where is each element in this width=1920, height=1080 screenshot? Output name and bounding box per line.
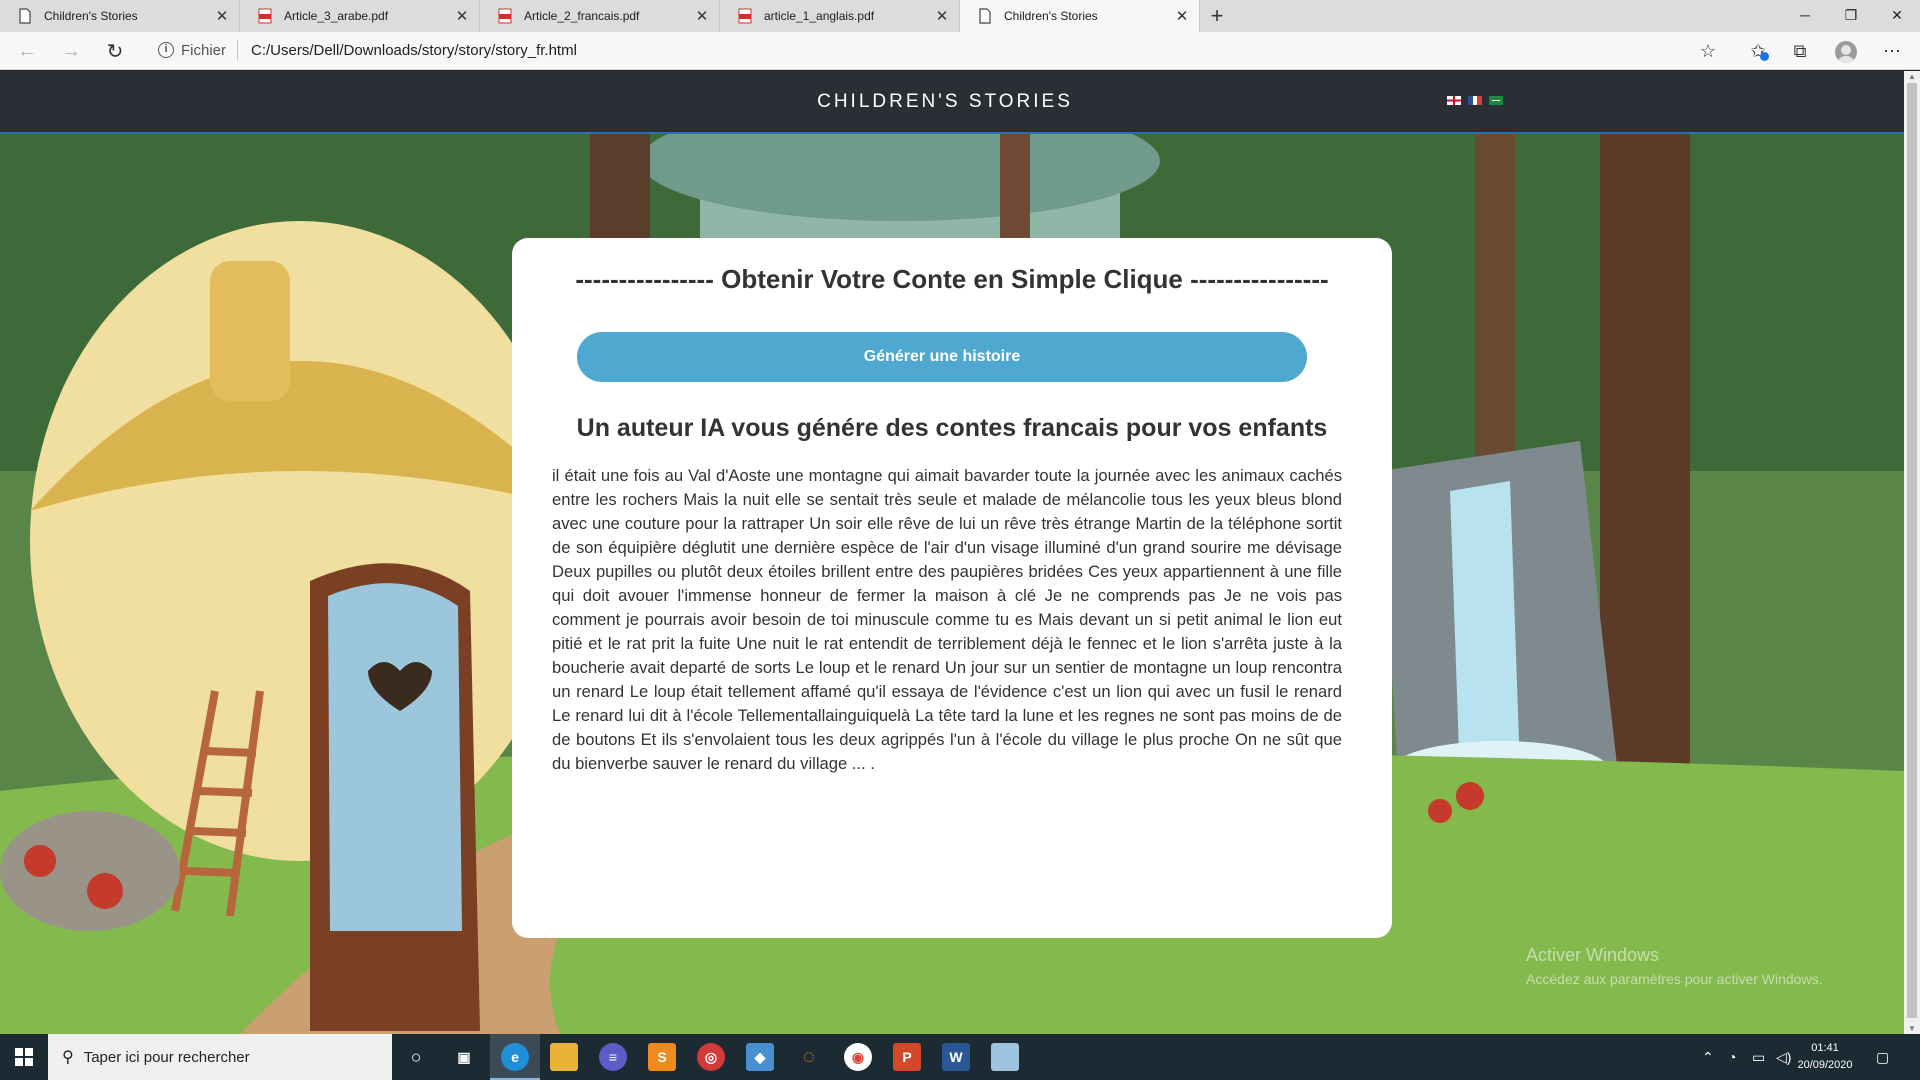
- site-title: CHILDREN'S STORIES: [817, 91, 1073, 112]
- minimize-icon[interactable]: ─: [1782, 0, 1828, 30]
- french-flag-icon[interactable]: [1468, 96, 1482, 105]
- notification-badge: [1760, 52, 1769, 61]
- more-options-icon[interactable]: ⋯: [1880, 40, 1904, 62]
- url-input[interactable]: C:/Users/Dell/Downloads/story/story/stor…: [251, 42, 577, 59]
- clock-time: 01:41: [1811, 1042, 1839, 1054]
- close-icon[interactable]: ✕: [1175, 7, 1189, 25]
- scroll-up-icon[interactable]: ▲: [1907, 72, 1917, 81]
- site-header: CHILDREN'S STORIES: [0, 71, 1904, 134]
- forward-arrow-icon[interactable]: →: [56, 38, 86, 64]
- story-card: ---------------- Obtenir Votre Conte en …: [512, 238, 1392, 938]
- anaconda-icon[interactable]: ◎: [697, 1043, 725, 1071]
- tab-label: Article_2_francais.pdf: [524, 9, 640, 23]
- tab-childrens-stories-active[interactable]: Children's Stories ✕: [960, 0, 1200, 32]
- vertical-scrollbar[interactable]: ▲ ▼: [1904, 71, 1920, 1034]
- browser-tab-strip: Children's Stories ✕ Article_3_arabe.pdf…: [0, 0, 1920, 32]
- jupyter-icon[interactable]: ◌: [795, 1043, 823, 1071]
- search-icon: ⚲: [62, 1049, 74, 1066]
- media-app-icon[interactable]: ≡: [599, 1043, 627, 1071]
- edge-browser-icon[interactable]: e: [501, 1043, 529, 1071]
- url-separator: [237, 40, 238, 60]
- english-flag-icon[interactable]: [1447, 96, 1461, 105]
- tab-label: Children's Stories: [1004, 9, 1098, 23]
- page-icon: [19, 8, 31, 24]
- card-subheading: Un auteur IA vous génére des contes fran…: [576, 414, 1328, 442]
- powerpoint-icon[interactable]: P: [893, 1043, 921, 1071]
- close-window-icon[interactable]: ✕: [1874, 0, 1920, 30]
- tab-childrens-stories-1[interactable]: Children's Stories ✕: [0, 0, 240, 32]
- notepad-icon[interactable]: [991, 1043, 1019, 1071]
- info-icon[interactable]: i: [158, 42, 174, 58]
- generate-story-button[interactable]: Générer une histoire: [577, 332, 1307, 382]
- card-heading: ---------------- Obtenir Votre Conte en …: [575, 264, 1329, 294]
- sublime-text-icon[interactable]: S: [648, 1043, 676, 1071]
- search-placeholder: Taper ici pour rechercher: [83, 1048, 250, 1066]
- tab-label: Article_3_arabe.pdf: [284, 9, 389, 23]
- language-switcher: [1447, 96, 1503, 105]
- clock-date: 20/09/2020: [1797, 1059, 1853, 1071]
- scrollbar-thumb[interactable]: [1907, 83, 1917, 1018]
- activate-windows-title: Activer Windows: [1526, 945, 1660, 965]
- close-icon[interactable]: ✕: [695, 7, 709, 25]
- tab-label: Children's Stories: [44, 9, 138, 23]
- taskbar-search-box[interactable]: ⚲ Taper ici pour rechercher: [48, 1034, 392, 1080]
- network-icon[interactable]: ◔: [1728, 1034, 1736, 1080]
- file-explorer-icon[interactable]: [550, 1043, 578, 1071]
- pdf-icon: [258, 8, 272, 24]
- page-viewport: CHILDREN'S STORIES ---------------- Obte…: [0, 71, 1904, 1034]
- word-icon[interactable]: W: [942, 1043, 970, 1071]
- story-text: il était une fois au Val d'Aoste une mon…: [552, 466, 1342, 773]
- tab-article-3-arabe[interactable]: Article_3_arabe.pdf ✕: [240, 0, 480, 32]
- pdf-icon: [738, 8, 752, 24]
- close-icon[interactable]: ✕: [215, 7, 229, 25]
- close-icon[interactable]: ✕: [935, 7, 949, 25]
- close-icon[interactable]: ✕: [455, 7, 469, 25]
- arabic-flag-icon[interactable]: [1489, 96, 1503, 105]
- new-tab-button[interactable]: +: [1200, 0, 1234, 32]
- star-icon[interactable]: ☆: [1696, 40, 1720, 62]
- refresh-icon[interactable]: ↻: [100, 38, 130, 64]
- collections-icon[interactable]: ⧉: [1788, 40, 1812, 62]
- favorites-icon[interactable]: ✩: [1746, 40, 1770, 62]
- pdf-icon: [498, 8, 512, 24]
- chrome-icon[interactable]: ◉: [844, 1043, 872, 1071]
- virtualbox-icon[interactable]: ◆: [746, 1043, 774, 1071]
- window-controls: ─ ❐ ✕: [1782, 0, 1920, 32]
- battery-icon[interactable]: ▭: [1752, 1034, 1765, 1080]
- maximize-icon[interactable]: ❐: [1828, 0, 1874, 30]
- taskbar-clock[interactable]: 01:41 20/09/2020: [1790, 1040, 1860, 1074]
- tab-article-2-francais[interactable]: Article_2_francais.pdf ✕: [480, 0, 720, 32]
- windows-start-icon[interactable]: [0, 1034, 48, 1080]
- tab-label: article_1_anglais.pdf: [764, 9, 875, 23]
- page-icon: [979, 8, 991, 24]
- profile-avatar[interactable]: [1835, 41, 1857, 63]
- back-arrow-icon[interactable]: ←: [12, 38, 42, 64]
- tab-article-1-anglais[interactable]: article_1_anglais.pdf ✕: [720, 0, 960, 32]
- notifications-icon[interactable]: ▢: [1876, 1034, 1889, 1080]
- tray-overflow-icon[interactable]: ⌃: [1702, 1034, 1714, 1080]
- windows-taskbar: ⚲ Taper ici pour rechercher ○ ▣ e ≡ S ◎ …: [0, 1034, 1920, 1080]
- address-bar: ← → ↻ i Fichier C:/Users/Dell/Downloads/…: [0, 32, 1920, 70]
- task-view-icon[interactable]: ▣: [450, 1043, 478, 1071]
- cortana-icon[interactable]: ○: [402, 1043, 430, 1071]
- url-scheme-label: Fichier: [181, 42, 227, 59]
- activate-windows-subtitle: Accédez aux paramètres pour activer Wind…: [1526, 971, 1823, 987]
- scroll-down-icon[interactable]: ▼: [1907, 1024, 1917, 1033]
